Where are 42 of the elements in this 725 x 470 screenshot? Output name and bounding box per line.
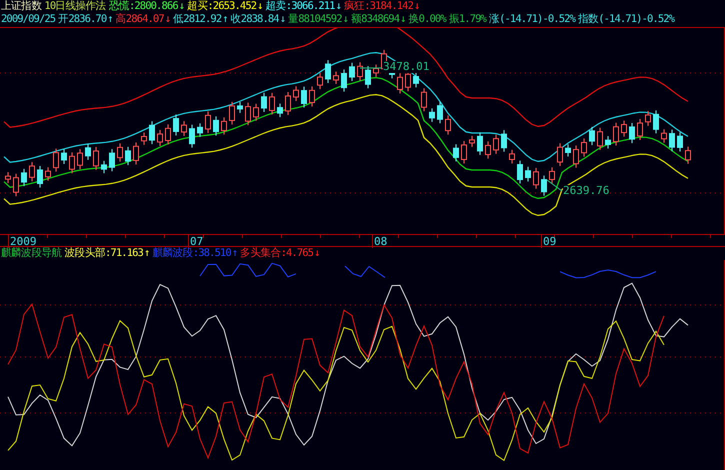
trend-arrow: ↑ [144,247,150,260]
date-label: 2009 [10,236,36,248]
quote-value: 收2838.84 [230,13,279,26]
indicator-value: 上证指数 [1,0,42,13]
trend-arrow: ↓ [342,13,348,26]
indicator-value: 麒麟波段导航 [1,247,62,260]
quote-value: 量88104592 [288,13,342,26]
indicator-line [344,266,386,278]
quote-value: 额8348694 [351,13,400,26]
price-label: 3478.01 [383,61,430,73]
trend-arrow: ↓ [178,0,184,13]
trend-arrow: ↓ [336,0,342,13]
quote-value: 低2812.92 [173,13,222,26]
trend-arrow: ↑ [222,13,228,26]
price-label: 2639.76 [563,185,610,197]
quote-value: 换0.00% [408,13,446,26]
date-label: 08 [374,236,388,248]
trend-arrow: ↑ [232,247,238,260]
indicator-value: 多头集合:4.765 [240,247,314,260]
leader-line [546,180,562,192]
trend-arrow: ↓ [164,13,170,26]
indicator-value: 超买:2653.452 [187,0,256,13]
indicator-value: 恐慌:2800.866 [108,0,178,13]
indicator-value: 麒麟波段:38.510 [152,247,231,260]
quote-value: 高2864.07 [116,13,164,26]
indicator-value: 超卖:3066.211 [266,0,335,13]
trend-arrow: ↓ [314,247,320,260]
indicator-value: 疯狂:3184.142 [344,0,414,13]
quote-value: 开2836.70 [58,13,106,26]
trend-arrow: ↓ [257,0,263,13]
quote-value: 振1.79% [448,13,486,26]
quote-value: 涨(-14.71)-0.52% [488,13,575,26]
indicator-value: 10日线操作法 [44,0,106,13]
trend-arrow: ↓ [414,0,420,13]
trend-arrow: ↑ [107,13,113,26]
quote-value: 2009/09/25 [1,13,56,26]
trend-arrow: ↓ [280,13,286,26]
indicator-value: 波段头部:71.163 [64,247,143,260]
quote-value: 指数(-14.71)-0.52% [578,13,674,26]
date-label: 09 [543,236,556,248]
date-label: 07 [190,236,204,248]
trend-arrow: ↓ [400,13,406,26]
